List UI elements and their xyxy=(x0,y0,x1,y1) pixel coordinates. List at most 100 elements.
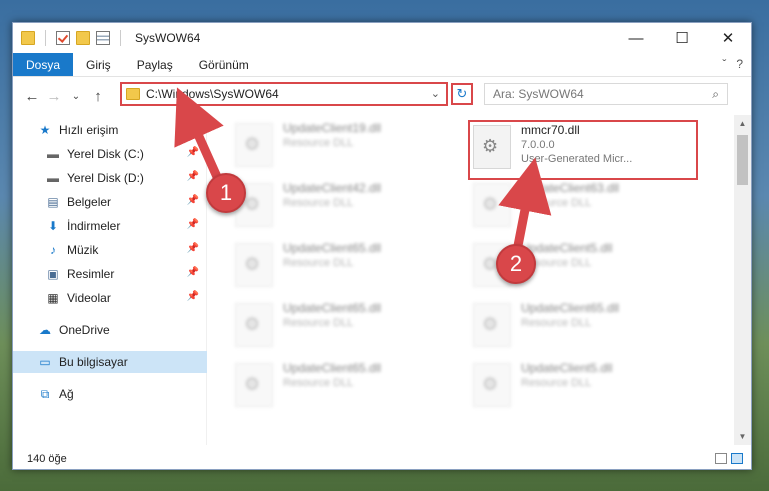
new-folder-icon[interactable] xyxy=(76,31,90,45)
tab-gorunum[interactable]: Görünüm xyxy=(186,53,262,76)
details-view-icon[interactable] xyxy=(715,453,727,464)
dll-file-icon xyxy=(473,363,511,407)
pin-icon: 📌 xyxy=(186,195,199,206)
folder-icon xyxy=(21,31,35,45)
step-2-badge: 2 xyxy=(496,244,536,284)
address-dropdown-icon[interactable]: ⌄ xyxy=(431,87,440,100)
file-type: Resource DLL xyxy=(521,377,592,389)
refresh-button[interactable]: ↻ xyxy=(451,83,473,105)
search-placeholder: Ara: SysWOW64 xyxy=(493,87,584,101)
ribbon-collapse-icon[interactable]: ˇ xyxy=(722,57,726,71)
tab-dosya[interactable]: Dosya xyxy=(13,53,74,76)
file-type: Resource DLL xyxy=(283,317,354,329)
scroll-thumb[interactable] xyxy=(737,135,748,185)
up-arrow-icon[interactable]: ↑ xyxy=(87,88,109,105)
dll-file-icon xyxy=(473,183,511,227)
explorer-window: SysWOW64 — ☐ ✕ Dosya Giriş Paylaş Görünü… xyxy=(12,22,752,470)
pin-icon: 📌 xyxy=(186,219,199,230)
help-icon[interactable]: ? xyxy=(736,57,743,71)
file-tile[interactable]: UpdateClient42.dll Resource DLL xyxy=(235,177,455,233)
view-toggle xyxy=(715,453,743,464)
sidebar-item-onedrive[interactable]: ☁ OneDrive xyxy=(13,319,207,341)
file-type: Resource DLL xyxy=(283,377,354,389)
file-type: Resource DLL xyxy=(283,137,354,149)
dll-file-icon xyxy=(473,303,511,347)
sidebar-item-label: İndirmeler xyxy=(67,219,121,233)
drive-icon: ▬ xyxy=(47,147,59,161)
sidebar-item-quick-access[interactable]: ★ Hızlı erişim xyxy=(13,119,207,141)
sidebar-item-pictures[interactable]: ▣ Resimler 📌 xyxy=(13,263,207,285)
back-arrow-icon[interactable]: ← xyxy=(21,88,43,105)
tiles-view-icon[interactable] xyxy=(731,453,743,464)
file-name: UpdateClient63.dll xyxy=(521,181,620,195)
file-tile[interactable]: UpdateClient65.dll Resource DLL xyxy=(473,297,693,353)
title-bar: SysWOW64 — ☐ ✕ xyxy=(13,23,751,53)
file-tile[interactable]: UpdateClient5.dll Resource DLL xyxy=(473,357,693,413)
ribbon-tabs: Dosya Giriş Paylaş Görünüm ˇ ? xyxy=(13,53,751,77)
sidebar-item-label: Ağ xyxy=(59,387,74,401)
sidebar-item-label: Bu bilgisayar xyxy=(59,355,128,369)
sidebar-item-label: OneDrive xyxy=(59,323,110,337)
address-path: C:\Windows\SysWOW64 xyxy=(146,87,279,101)
network-icon: ⧉ xyxy=(40,386,50,401)
file-name: UpdateClient5.dll xyxy=(521,241,613,255)
minimize-button[interactable]: — xyxy=(613,23,659,53)
file-name: UpdateClient65.dll xyxy=(521,301,620,315)
item-count: 140 öğe xyxy=(27,453,67,465)
customize-toolbar-icon[interactable] xyxy=(96,31,110,45)
ribbon-right-controls: ˇ ? xyxy=(722,57,743,71)
tab-paylas[interactable]: Paylaş xyxy=(124,53,186,76)
download-icon: ⬇ xyxy=(47,219,59,233)
scroll-down-icon[interactable]: ▼ xyxy=(734,428,751,445)
sidebar-item-label: Yerel Disk (C:) xyxy=(67,147,144,161)
documents-icon: ▤ xyxy=(47,195,59,209)
navigation-pane: ★ Hızlı erişim ▬ Yerel Disk (C:) 📌 ▬ Yer… xyxy=(13,115,207,445)
forward-arrow-icon[interactable]: → xyxy=(43,88,65,105)
close-button[interactable]: ✕ xyxy=(705,23,751,53)
scroll-up-icon[interactable]: ▲ xyxy=(734,115,751,132)
file-name: UpdateClient65.dll xyxy=(283,361,382,375)
recent-locations-icon[interactable]: ⌄ xyxy=(65,91,87,102)
pictures-icon: ▣ xyxy=(47,267,59,281)
drive-icon: ▬ xyxy=(47,171,59,185)
divider xyxy=(120,30,121,46)
window-controls: — ☐ ✕ xyxy=(613,23,751,53)
search-icon[interactable]: ⌕ xyxy=(712,87,719,102)
file-name: UpdateClient5.dll xyxy=(521,361,613,375)
sidebar-item-label: Videolar xyxy=(67,291,111,305)
status-bar: 140 öğe xyxy=(13,449,751,469)
file-name: UpdateClient42.dll xyxy=(283,181,382,195)
quick-access-toolbar: SysWOW64 xyxy=(13,30,200,46)
sidebar-item-disk-c[interactable]: ▬ Yerel Disk (C:) 📌 xyxy=(13,143,207,165)
file-tile[interactable]: UpdateClient19.dll Resource DLL xyxy=(235,117,455,173)
window-title: SysWOW64 xyxy=(135,31,201,45)
maximize-button[interactable]: ☐ xyxy=(659,23,705,53)
sidebar-item-disk-d[interactable]: ▬ Yerel Disk (D:) 📌 xyxy=(13,167,207,189)
computer-icon: ▭ xyxy=(39,355,51,369)
pin-icon: 📌 xyxy=(186,291,199,302)
sidebar-item-downloads[interactable]: ⬇ İndirmeler 📌 xyxy=(13,215,207,237)
file-name: UpdateClient65.dll xyxy=(283,241,382,255)
file-tile[interactable]: UpdateClient65.dll Resource DLL xyxy=(235,297,455,353)
dll-file-icon xyxy=(235,123,273,167)
cloud-icon: ☁ xyxy=(39,323,51,337)
sidebar-item-label: Hızlı erişim xyxy=(59,123,119,137)
file-tile[interactable]: UpdateClient65.dll Resource DLL xyxy=(235,237,455,293)
file-tile[interactable]: UpdateClient65.dll Resource DLL xyxy=(235,357,455,413)
properties-check-icon[interactable] xyxy=(56,31,70,45)
sidebar-item-label: Belgeler xyxy=(67,195,112,209)
sidebar-item-documents[interactable]: ▤ Belgeler 📌 xyxy=(13,191,207,213)
tab-giris[interactable]: Giriş xyxy=(73,53,124,76)
sidebar-item-videos[interactable]: ▦ Videolar 📌 xyxy=(13,287,207,309)
sidebar-item-network[interactable]: ⧉ Ağ xyxy=(13,383,207,405)
file-type: Resource DLL xyxy=(283,257,354,269)
sidebar-item-music[interactable]: ♪ Müzik 📌 xyxy=(13,239,207,261)
file-name: UpdateClient19.dll xyxy=(283,121,382,135)
sidebar-item-label: Yerel Disk (D:) xyxy=(67,171,144,185)
search-input[interactable]: Ara: SysWOW64 ⌕ xyxy=(484,83,728,105)
file-tile[interactable]: UpdateClient63.dll Resource DLL xyxy=(473,177,693,233)
vertical-scrollbar[interactable]: ▲ ▼ xyxy=(734,115,751,445)
address-bar[interactable]: C:\Windows\SysWOW64 ⌄ xyxy=(120,82,448,106)
file-type: Resource DLL xyxy=(283,197,354,209)
sidebar-item-this-pc[interactable]: ▭ Bu bilgisayar xyxy=(13,351,207,373)
